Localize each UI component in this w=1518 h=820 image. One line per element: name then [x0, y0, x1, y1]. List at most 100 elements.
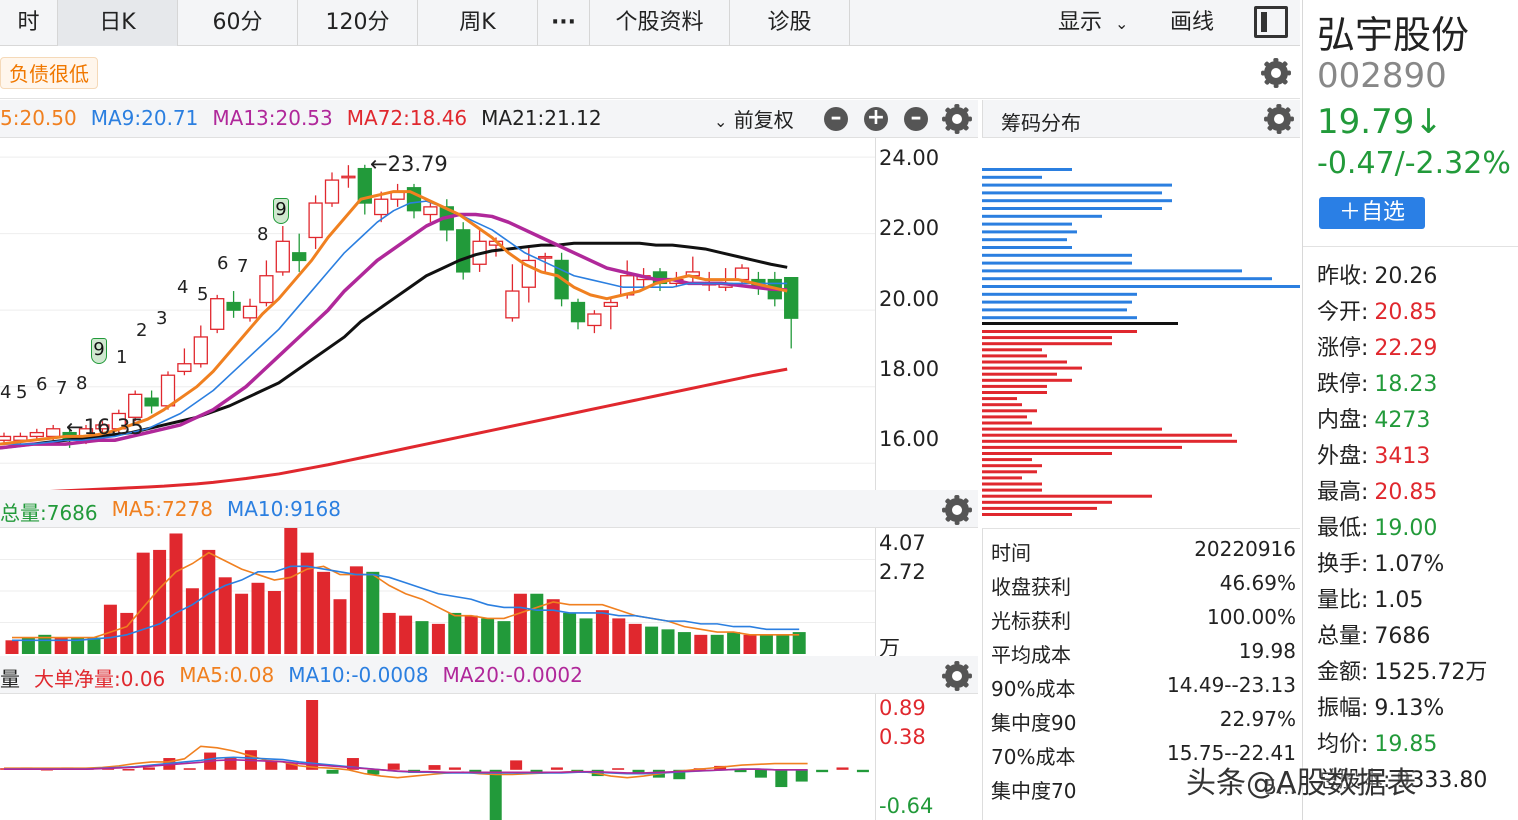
zoom-out-icon[interactable]: –: [904, 107, 928, 131]
chip-bar-profit: [982, 316, 1137, 320]
stock-name: 弘宇股份: [1317, 13, 1470, 57]
stock-stat-label: 内盘:: [1317, 408, 1369, 433]
ma-legend-item: 5:20.50: [0, 106, 77, 130]
volume-tick: 4.07: [879, 531, 926, 555]
volume-bar: [399, 615, 413, 654]
price-tick: 24.00: [879, 146, 940, 170]
stock-stat-row: 内盘: 4273: [1317, 402, 1430, 434]
more-tabs-button[interactable]: ···: [538, 0, 590, 46]
volume-legend-item: MA5:7278: [111, 497, 213, 521]
tab-intraday[interactable]: 时: [0, 0, 58, 46]
td-count-label: 5: [16, 382, 28, 403]
chip-distribution-chart[interactable]: [982, 138, 1300, 528]
volume-tick: 2.72: [879, 560, 926, 584]
volume-bar: [513, 593, 527, 654]
chip-stat-label: 90%成本: [991, 677, 1076, 701]
gear-icon[interactable]: [1264, 104, 1294, 134]
candle-body: [226, 301, 241, 311]
stock-stat-value: 4273: [1374, 408, 1431, 433]
candle-body: [538, 255, 553, 259]
zoom-in-icon[interactable]: +: [864, 107, 888, 131]
chip-bar-loss: [982, 348, 1042, 352]
candle-body: [374, 198, 389, 216]
tab-stock-profile[interactable]: 个股资料: [590, 0, 730, 46]
volume-bar: [546, 599, 560, 654]
chip-distribution-header: 筹码分布: [982, 100, 1300, 138]
chip-bar-loss: [982, 513, 1072, 516]
chip-bar-profit: [982, 175, 1042, 179]
stock-stat-row: 最高: 20.85: [1317, 474, 1437, 506]
big-order-legend-item: MA20:-0.0002: [442, 663, 583, 687]
tab-stock-diagnosis[interactable]: 诊股: [730, 0, 850, 46]
tab-weekly-k[interactable]: 周K: [418, 0, 538, 46]
tab-60min[interactable]: 60分: [178, 0, 298, 46]
stock-stat-label: 量比:: [1317, 588, 1369, 613]
chip-bar-loss: [982, 470, 1037, 474]
gear-icon[interactable]: [942, 104, 972, 134]
big-order-chart[interactable]: [0, 694, 876, 820]
chip-stat-label: 平均成本: [991, 643, 1071, 667]
chip-bar-loss: [982, 336, 1112, 340]
volume-bar: [645, 626, 659, 654]
candle-body: [242, 305, 258, 319]
tab-120min[interactable]: 120分: [298, 0, 418, 46]
display-dropdown[interactable]: 显示 ⌄: [1058, 0, 1128, 46]
price-tick: 18.00: [879, 357, 940, 381]
stock-stat-row: 量比: 1.05: [1317, 582, 1423, 614]
stock-stat-label: 总量:: [1317, 624, 1369, 649]
zoom-out-icon[interactable]: –: [824, 107, 848, 131]
add-watchlist-button[interactable]: ＋自选: [1319, 197, 1425, 229]
gear-icon[interactable]: [1261, 58, 1291, 88]
volume-bar: [317, 571, 331, 654]
volume-chart[interactable]: [0, 528, 876, 656]
chip-stat-label: 收盘获利: [991, 575, 1071, 599]
big-order-bar: [489, 769, 502, 820]
big-order-bar: [326, 769, 339, 774]
td-nine-badge: 9: [91, 338, 107, 364]
volume-bar: [464, 615, 478, 654]
candle-body: [423, 206, 438, 216]
stock-stat-label: 跌停:: [1317, 372, 1369, 397]
td-count-label: 1: [116, 347, 128, 368]
chip-stat-value: 19.98: [1238, 639, 1296, 663]
td-count-label: 4: [177, 277, 189, 298]
big-order-bar: [428, 765, 441, 770]
big-order-tick: 0.89: [879, 696, 926, 720]
td-count-label: 6: [36, 374, 48, 395]
stock-stat-label: 涨停:: [1317, 336, 1369, 361]
chip-bar-loss: [982, 403, 1022, 407]
chip-bar-loss: [982, 342, 1112, 346]
tab-daily-k[interactable]: 日K: [58, 0, 178, 46]
gear-icon[interactable]: [942, 661, 972, 691]
draw-line-button[interactable]: 画线: [1170, 0, 1214, 46]
tag-bar: 负债很低: [0, 47, 1300, 99]
volume-bar: [710, 634, 724, 654]
volume-bar: [497, 621, 511, 654]
stock-stat-value: 19.85: [1374, 732, 1438, 757]
candle-body: [177, 363, 192, 373]
volume-bar: [661, 629, 675, 654]
volume-bar: [267, 591, 281, 654]
big-order-tick: 0.38: [879, 725, 926, 749]
stock-stat-value: 20.85: [1374, 300, 1438, 325]
gear-icon[interactable]: [942, 495, 972, 525]
candle-body: [456, 229, 471, 273]
chip-bar-loss: [982, 439, 1237, 443]
chip-bar-profit: [982, 300, 1132, 304]
volume-bar: [284, 528, 298, 654]
stock-code: 002890: [1317, 56, 1447, 96]
low-price-annotation: ←16.35: [66, 415, 144, 439]
big-order-bar: [448, 767, 461, 770]
td-count-label: 8: [76, 373, 88, 394]
big-order-axis: 0.89 0.38 -0.64: [875, 694, 978, 820]
price-tick: 16.00: [879, 427, 940, 451]
stock-stat-value: 3413: [1374, 444, 1431, 469]
panel-toggle-icon[interactable]: [1254, 6, 1288, 38]
chip-bar-profit: [982, 238, 1067, 242]
tag-low-debt[interactable]: 负债很低: [0, 57, 98, 89]
volume-bar: [776, 634, 790, 654]
big-order-bar: [836, 767, 849, 770]
candle-body: [259, 275, 274, 304]
candle-body: [570, 301, 586, 323]
price-adjust-dropdown[interactable]: ⌄ 前复权: [714, 104, 794, 133]
